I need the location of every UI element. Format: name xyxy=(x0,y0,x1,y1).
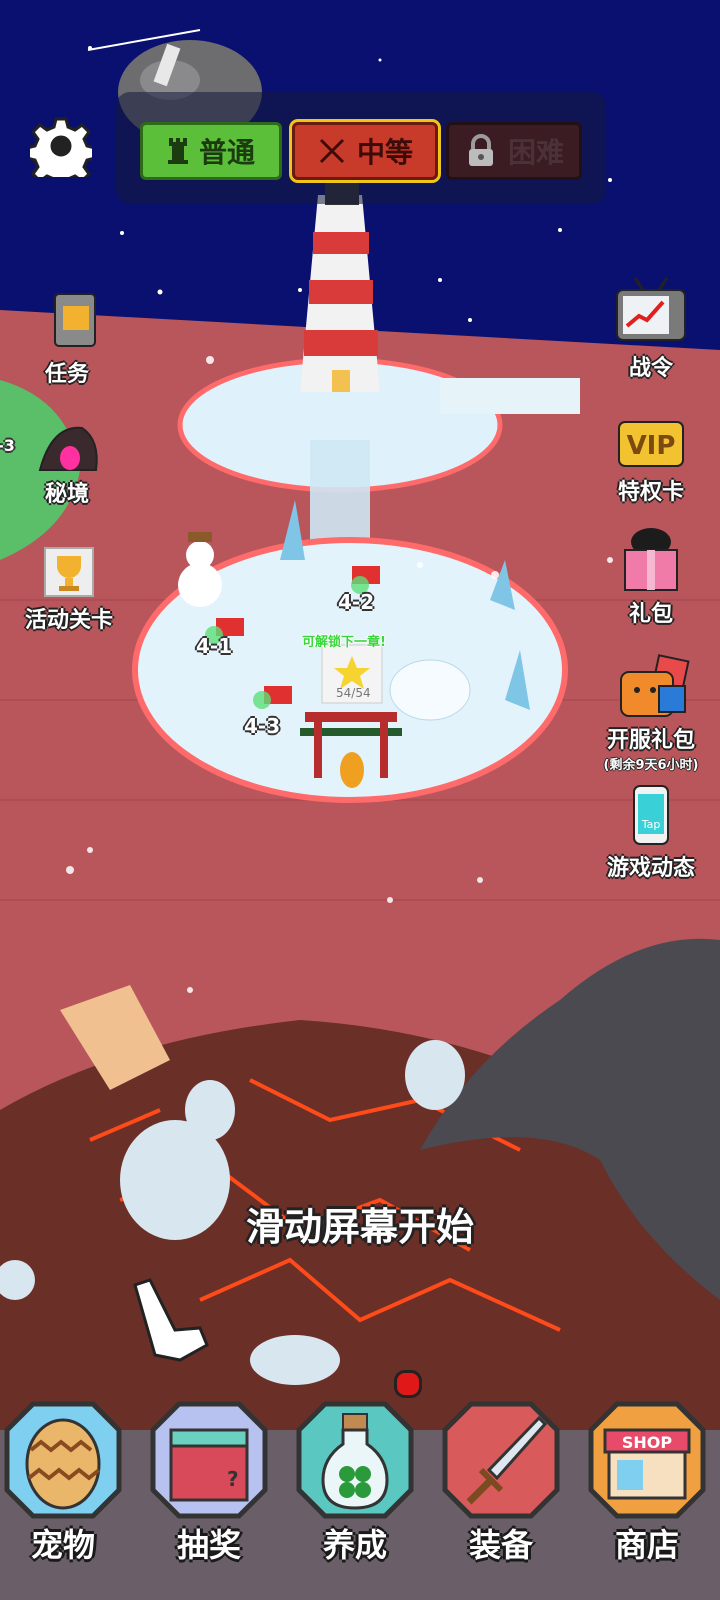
lottery-box-icon: ? xyxy=(150,1401,268,1519)
nav-label-shop: 商店 xyxy=(614,1526,679,1564)
cat-gift-icon xyxy=(620,654,690,717)
svg-text:?: ? xyxy=(227,1467,239,1491)
side-button-tasks[interactable]: 任务 xyxy=(12,292,122,388)
tv-chart-icon xyxy=(616,277,686,341)
igloo xyxy=(389,659,471,721)
side-label-gift-pack: 礼包 xyxy=(628,602,673,627)
svg-text:VIP: VIP xyxy=(627,431,676,461)
gift-box-icon xyxy=(624,528,678,591)
svg-text:Tap: Tap xyxy=(641,818,661,831)
crossed-swords-icon xyxy=(319,138,345,164)
settings-button[interactable] xyxy=(25,115,97,189)
trophy-icon xyxy=(44,547,94,597)
swipe-to-start-hint: 滑动屏幕开始 xyxy=(245,1205,474,1249)
difficulty-hard-label: 困难 xyxy=(507,136,564,169)
nav-pet[interactable]: 宠物 xyxy=(0,1401,126,1600)
tap-phone-icon: Tap xyxy=(633,785,669,845)
difficulty-medium-label: 中等 xyxy=(356,136,413,169)
nav-lottery[interactable]: ? 抽奖 xyxy=(146,1401,272,1600)
difficulty-normal-button[interactable]: 普通 xyxy=(140,122,282,180)
sword-icon xyxy=(442,1401,560,1519)
egg-icon xyxy=(4,1401,122,1519)
side-button-battle-pass[interactable]: 战令 xyxy=(596,276,706,382)
launch-gift-countdown: (剩余9天6小时) xyxy=(603,758,699,773)
lock-icon xyxy=(468,134,493,166)
castle-icon xyxy=(167,138,188,164)
nav-cultivate[interactable]: 养成 xyxy=(292,1370,422,1600)
level-node-4-2[interactable]: 4-2 xyxy=(338,590,374,614)
side-button-privilege-card[interactable]: VIP 特权卡 xyxy=(596,418,706,506)
side-button-gift-pack[interactable]: 礼包 xyxy=(596,526,706,628)
book-icon xyxy=(54,293,96,347)
vip-card-icon: VIP xyxy=(618,421,684,467)
side-label-secret-realm: 秘境 xyxy=(44,482,89,507)
nav-label-cultivate: 养成 xyxy=(322,1526,387,1564)
difficulty-selector: 普通 中等 困难 xyxy=(116,92,606,204)
svg-text:SHOP: SHOP xyxy=(622,1433,673,1452)
side-button-secret-realm[interactable]: 秘境 xyxy=(12,420,122,508)
star-count: 54/54 xyxy=(336,686,371,700)
unlock-next-chapter-text: 可解锁下一章! xyxy=(302,635,386,650)
nav-shop[interactable]: SHOP 商店 xyxy=(584,1401,710,1600)
shop-icon: SHOP xyxy=(588,1401,706,1519)
notification-badge xyxy=(394,1370,422,1398)
side-label-game-news: 游戏动态 xyxy=(606,856,695,881)
cave-icon xyxy=(38,426,98,471)
level-node-4-1[interactable]: 4-1 xyxy=(196,634,232,658)
nav-label-pet: 宠物 xyxy=(30,1526,95,1564)
nav-label-lottery: 抽奖 xyxy=(176,1526,241,1564)
bottom-nav: 宠物 ? 抽奖 养成 装备 SHOP 商店 xyxy=(0,1370,720,1600)
side-button-launch-gift[interactable]: 开服礼包 (剩余9天6小时) xyxy=(596,652,706,773)
difficulty-medium-button[interactable]: 中等 xyxy=(292,122,438,180)
side-label-launch-gift: 开服礼包 xyxy=(606,728,695,753)
side-label-tasks: 任务 xyxy=(44,362,89,387)
difficulty-normal-label: 普通 xyxy=(198,136,255,169)
level-node-4-3[interactable]: 4-3 xyxy=(244,714,280,738)
side-label-battle-pass: 战令 xyxy=(628,356,673,381)
level-label-edge[interactable]: 3-3 xyxy=(0,436,15,455)
nav-equipment[interactable]: 装备 xyxy=(438,1401,564,1600)
ice-pier xyxy=(440,378,580,414)
side-button-game-news[interactable]: Tap 游戏动态 xyxy=(596,784,706,882)
side-label-event-stages: 活动关卡 xyxy=(24,608,113,633)
clover-bottle-icon xyxy=(296,1401,414,1519)
gear-icon xyxy=(25,117,97,189)
nav-label-equipment: 装备 xyxy=(468,1526,533,1564)
side-button-event-stages[interactable]: 活动关卡 xyxy=(14,546,124,634)
side-label-privilege-card: 特权卡 xyxy=(617,480,684,505)
difficulty-hard-button[interactable]: 困难 xyxy=(446,122,582,180)
